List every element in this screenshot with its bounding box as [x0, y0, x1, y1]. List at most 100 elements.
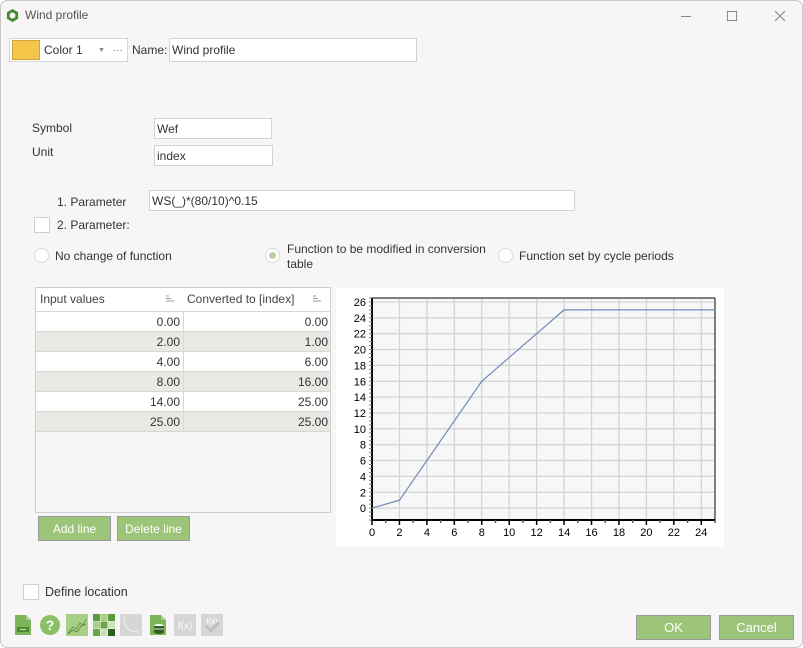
- sort-icon[interactable]: [313, 295, 321, 303]
- cancel-button[interactable]: Cancel: [719, 615, 794, 640]
- radio-conversion-table[interactable]: [265, 248, 280, 263]
- help-icon[interactable]: ?: [39, 614, 61, 636]
- converted-value-cell[interactable]: 0.00: [186, 315, 328, 329]
- define-location-checkbox[interactable]: [23, 584, 39, 600]
- x-tick-label: 2: [396, 527, 402, 539]
- color-swatch: [12, 40, 40, 60]
- symbol-input[interactable]: [154, 118, 272, 139]
- svg-text:f(x): f(x): [178, 621, 192, 632]
- close-icon: [774, 10, 786, 22]
- data-point: [398, 499, 401, 501]
- curve-icon[interactable]: [120, 614, 142, 636]
- radio-cycle-periods[interactable]: [498, 248, 513, 263]
- converted-value-cell[interactable]: 25.00: [186, 415, 328, 429]
- y-tick-label: 18: [354, 360, 366, 372]
- y-tick-label: 0: [360, 503, 366, 515]
- y-tick-label: 26: [354, 297, 366, 309]
- converted-value-cell[interactable]: 1.00: [186, 335, 328, 349]
- chevron-down-icon[interactable]: ▼: [98, 47, 105, 54]
- data-point: [563, 309, 565, 311]
- app-logo-icon: [6, 8, 19, 23]
- x-tick-label: 12: [531, 527, 543, 539]
- conversion-table: Input values Converted to [index] 0.00 0.…: [35, 287, 331, 513]
- input-value-cell[interactable]: 25.00: [36, 415, 180, 429]
- name-label: Name:: [132, 43, 168, 57]
- close-button[interactable]: [763, 5, 797, 27]
- y-tick-label: 24: [354, 313, 366, 325]
- y-tick-label: 4: [360, 471, 366, 483]
- x-tick-label: 22: [668, 527, 680, 539]
- maximize-button[interactable]: [715, 5, 749, 27]
- plot-area: [372, 298, 715, 520]
- y-tick-label: 12: [354, 408, 366, 420]
- input-value-cell[interactable]: 2.00: [36, 335, 180, 349]
- x-tick-label: 24: [695, 527, 707, 539]
- x-tick-label: 8: [479, 527, 485, 539]
- converted-value-cell[interactable]: 25.00: [186, 395, 328, 409]
- x-tick-label: 14: [558, 527, 570, 539]
- database-document-icon[interactable]: [147, 614, 169, 636]
- input-value-cell[interactable]: 0.00: [36, 315, 180, 329]
- data-point: [426, 459, 428, 462]
- add-line-button[interactable]: Add line: [38, 516, 111, 541]
- color-picker[interactable]: Color 1 ▼ ···: [9, 38, 128, 62]
- more-options-button[interactable]: ···: [113, 45, 123, 56]
- x-tick-label: 16: [585, 527, 597, 539]
- unit-label: Unit: [32, 145, 54, 159]
- window-title: Wind profile: [25, 8, 89, 22]
- column-separator: [183, 312, 184, 432]
- color-label: Color 1: [44, 43, 83, 57]
- converted-value-cell[interactable]: 6.00: [186, 355, 328, 369]
- y-tick-label: 2: [360, 487, 366, 499]
- y-tick-label: 6: [360, 456, 366, 468]
- y-tick-label: 16: [354, 376, 366, 388]
- title-bar: Wind profile: [1, 1, 802, 31]
- sort-icon[interactable]: [166, 295, 174, 303]
- input-value-cell[interactable]: 14.00: [36, 395, 180, 409]
- y-tick-label: 20: [354, 345, 366, 357]
- parameter-1-label: 1. Parameter: [57, 195, 127, 209]
- radio-cycle-periods-label: Function set by cycle periods: [519, 249, 674, 263]
- column-header-input-values[interactable]: Input values: [40, 292, 105, 306]
- radio-no-change[interactable]: [34, 248, 49, 263]
- parameter-1-input[interactable]: [149, 190, 575, 211]
- conversion-chart: 0 2 4 6 8 10 12 14 16 18 20 22 24 0 2 4 6 8 10 12 14 16 18 20 22…: [336, 288, 724, 546]
- y-tick-label: 8: [360, 440, 366, 452]
- x-tick-label: 6: [451, 527, 457, 539]
- x-tick-label: 18: [613, 527, 625, 539]
- minimize-icon: [681, 16, 691, 17]
- document-icon[interactable]: [12, 614, 34, 636]
- define-location-label: Define location: [45, 585, 128, 599]
- chart-svg: 0 2 4 6 8 10 12 14 16 18 20 22 240246810121416182022…: [354, 297, 716, 539]
- input-value-cell[interactable]: 4.00: [36, 355, 180, 369]
- function-icon[interactable]: f(x): [174, 614, 196, 636]
- parameter-2-checkbox[interactable]: [34, 217, 50, 233]
- column-header-converted[interactable]: Converted to [index]: [187, 292, 294, 306]
- table-header: Input values Converted to [index]: [36, 288, 330, 312]
- svg-text:?: ?: [46, 617, 55, 633]
- x-tick-label: 10: [503, 527, 515, 539]
- converted-value-cell[interactable]: 16.00: [186, 375, 328, 389]
- chart-icon[interactable]: [66, 614, 88, 636]
- data-point: [371, 507, 373, 509]
- minimize-button[interactable]: [669, 5, 703, 27]
- y-tick-label: 14: [354, 392, 366, 404]
- x-tick-label: 20: [640, 527, 652, 539]
- x-tick-label: 4: [424, 527, 430, 539]
- x-tick-label: 0: [369, 527, 375, 539]
- delete-line-button[interactable]: Delete line: [117, 516, 190, 541]
- input-value-cell[interactable]: 8.00: [36, 375, 180, 389]
- data-point: [481, 380, 483, 382]
- maximize-icon: [727, 11, 737, 21]
- wind-profile-dialog: Wind profile Color 1 ▼ ··· Name: Symbol …: [0, 0, 803, 648]
- unit-input[interactable]: [154, 145, 273, 166]
- y-tick-label: 22: [354, 329, 366, 341]
- function-check-icon[interactable]: f(x): [201, 614, 223, 636]
- y-tick-label: 10: [354, 424, 366, 436]
- name-input[interactable]: [169, 38, 417, 62]
- radio-no-change-label: No change of function: [55, 249, 172, 263]
- data-point: [714, 309, 716, 311]
- matrix-icon[interactable]: [93, 614, 115, 636]
- ok-button[interactable]: OK: [636, 615, 711, 640]
- symbol-label: Symbol: [32, 121, 73, 135]
